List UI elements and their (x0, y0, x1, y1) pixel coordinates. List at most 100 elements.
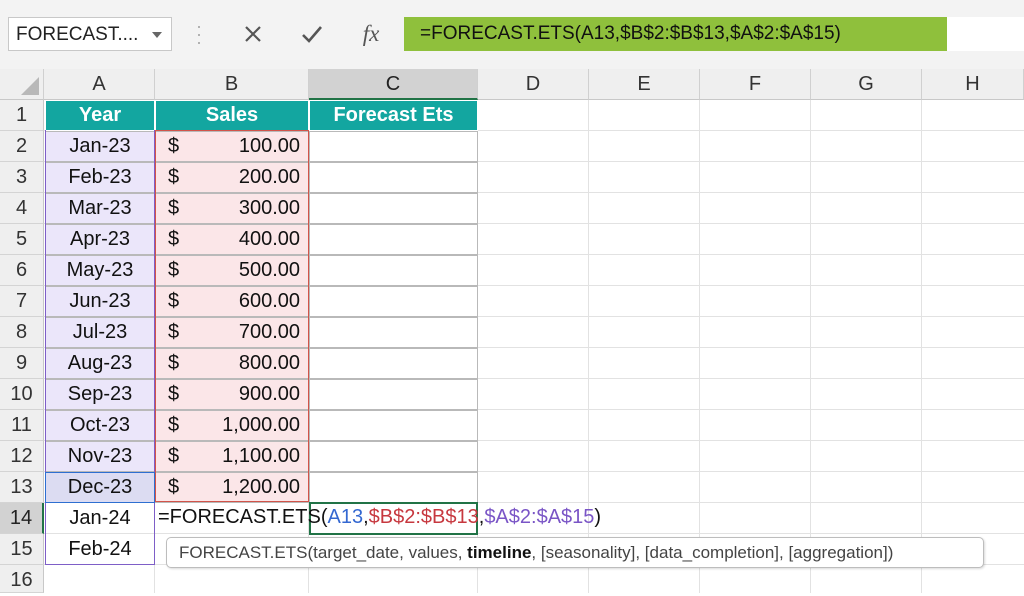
currency-symbol: $ (168, 166, 180, 188)
row-header-3[interactable]: 3 (0, 162, 44, 193)
column-header-b[interactable]: B (155, 69, 309, 100)
cell-a2[interactable]: Jan-23 (45, 131, 155, 162)
column-header-e[interactable]: E (589, 69, 700, 100)
row-header-2[interactable]: 2 (0, 131, 44, 162)
sales-value: 200.00 (238, 166, 300, 188)
formula-arg-target-date: A13 (327, 506, 364, 528)
sales-value: 1,100.00 (222, 445, 300, 467)
cell-a10[interactable]: Sep-23 (45, 379, 155, 410)
cell-c9[interactable] (309, 348, 478, 379)
cell-c10[interactable] (309, 379, 478, 410)
row-header-4[interactable]: 4 (0, 193, 44, 224)
formula-arg-timeline: $A$2:$A$15 (484, 506, 595, 528)
cell-b9[interactable]: $800.00 (155, 348, 309, 379)
cell-c8[interactable] (309, 317, 478, 348)
sales-value: 500.00 (238, 259, 300, 281)
row-header-7[interactable]: 7 (0, 286, 44, 317)
row-header-11[interactable]: 11 (0, 410, 44, 441)
cell-a11[interactable]: Oct-23 (45, 410, 155, 441)
cell-c5[interactable] (309, 224, 478, 255)
column-header-h[interactable]: H (922, 69, 1024, 100)
cell-b1[interactable]: Sales (155, 100, 309, 131)
chevron-down-icon[interactable] (152, 32, 162, 38)
row-header-9[interactable]: 9 (0, 348, 44, 379)
insert-function-button[interactable]: fx (355, 18, 387, 50)
select-all-corner[interactable] (0, 69, 44, 100)
column-header-c[interactable]: C (309, 69, 478, 100)
cell-a7[interactable]: Jun-23 (45, 286, 155, 317)
currency-symbol: $ (168, 321, 180, 343)
cell-c2[interactable] (309, 131, 478, 162)
cell-a13[interactable]: Dec-23 (45, 472, 155, 503)
cell-c11[interactable] (309, 410, 478, 441)
cell-b6[interactable]: $500.00 (155, 255, 309, 286)
sales-value: 400.00 (238, 228, 300, 250)
cell-c7[interactable] (309, 286, 478, 317)
tooltip-text-pre: FORECAST.ETS(target_date, values, (179, 543, 468, 562)
cell-c12[interactable] (309, 441, 478, 472)
cell-c6[interactable] (309, 255, 478, 286)
currency-symbol: $ (168, 197, 180, 219)
row-header-12[interactable]: 12 (0, 441, 44, 472)
column-header-f[interactable]: F (700, 69, 811, 100)
cell-c13[interactable] (309, 472, 478, 503)
formula-input[interactable]: =FORECAST.ETS(A13,$B$2:$B$13,$A$2:$A$15) (404, 17, 1024, 51)
row-header-1[interactable]: 1 (0, 100, 44, 131)
row-header-14[interactable]: 14 (0, 503, 44, 534)
sales-value: 600.00 (238, 290, 300, 312)
cell-c3[interactable] (309, 162, 478, 193)
sales-value: 700.00 (238, 321, 300, 343)
column-header-d[interactable]: D (478, 69, 589, 100)
row-header-8[interactable]: 8 (0, 317, 44, 348)
cell-b13[interactable]: $1,200.00 (155, 472, 309, 503)
cell-a15[interactable]: Feb-24 (45, 534, 155, 565)
cell-a3[interactable]: Feb-23 (45, 162, 155, 193)
row-header-16[interactable]: 16 (0, 565, 44, 593)
row-header-6[interactable]: 6 (0, 255, 44, 286)
cell-b3[interactable]: $200.00 (155, 162, 309, 193)
column-header-a[interactable]: A (44, 69, 155, 100)
cell-edit-formula[interactable]: =FORECAST.ETS(A13,$B$2:$B$13,$A$2:$A$15) (158, 506, 601, 529)
sales-value: 1,000.00 (222, 414, 300, 436)
sales-value: 100.00 (238, 135, 300, 157)
cell-b2[interactable]: $100.00 (155, 131, 309, 162)
sales-value: 300.00 (238, 197, 300, 219)
cell-a8[interactable]: Jul-23 (45, 317, 155, 348)
currency-symbol: $ (168, 352, 180, 374)
cell-b8[interactable]: $700.00 (155, 317, 309, 348)
cell-b5[interactable]: $400.00 (155, 224, 309, 255)
currency-symbol: $ (168, 476, 180, 498)
cell-a5[interactable]: Apr-23 (45, 224, 155, 255)
enter-button[interactable] (297, 19, 327, 49)
function-tooltip[interactable]: FORECAST.ETS(target_date, values, timeli… (166, 537, 984, 568)
cell-b11[interactable]: $1,000.00 (155, 410, 309, 441)
cell-b7[interactable]: $600.00 (155, 286, 309, 317)
tooltip-current-arg[interactable]: timeline (467, 543, 531, 562)
cancel-button[interactable] (238, 19, 268, 49)
name-box[interactable]: FORECAST.... (8, 17, 172, 51)
cell-a9[interactable]: Aug-23 (45, 348, 155, 379)
formula-bar-area: FORECAST.... · · · fx =FORECAST.ETS(A13,$B… (0, 0, 1024, 69)
currency-symbol: $ (168, 228, 180, 250)
gridline (44, 533, 1024, 534)
row-header-5[interactable]: 5 (0, 224, 44, 255)
cell-b4[interactable]: $300.00 (155, 193, 309, 224)
cell-c4[interactable] (309, 193, 478, 224)
sales-value: 800.00 (238, 352, 300, 374)
cell-b10[interactable]: $900.00 (155, 379, 309, 410)
formula-prefix: =FORECAST.ETS( (158, 506, 328, 528)
cell-a4[interactable]: Mar-23 (45, 193, 155, 224)
cell-a14[interactable]: Jan-24 (45, 503, 155, 534)
formula-suffix: ) (594, 506, 602, 528)
cell-c1[interactable]: Forecast Ets (309, 100, 478, 131)
column-header-g[interactable]: G (811, 69, 922, 100)
cell-b12[interactable]: $1,100.00 (155, 441, 309, 472)
row-header-13[interactable]: 13 (0, 472, 44, 503)
drag-handle-icon[interactable]: · · · (196, 17, 202, 51)
cell-a6[interactable]: May-23 (45, 255, 155, 286)
row-header-15[interactable]: 15 (0, 534, 44, 565)
row-header-10[interactable]: 10 (0, 379, 44, 410)
sales-value: 1,200.00 (222, 476, 300, 498)
cell-a1[interactable]: Year (45, 100, 155, 131)
cell-a12[interactable]: Nov-23 (45, 441, 155, 472)
